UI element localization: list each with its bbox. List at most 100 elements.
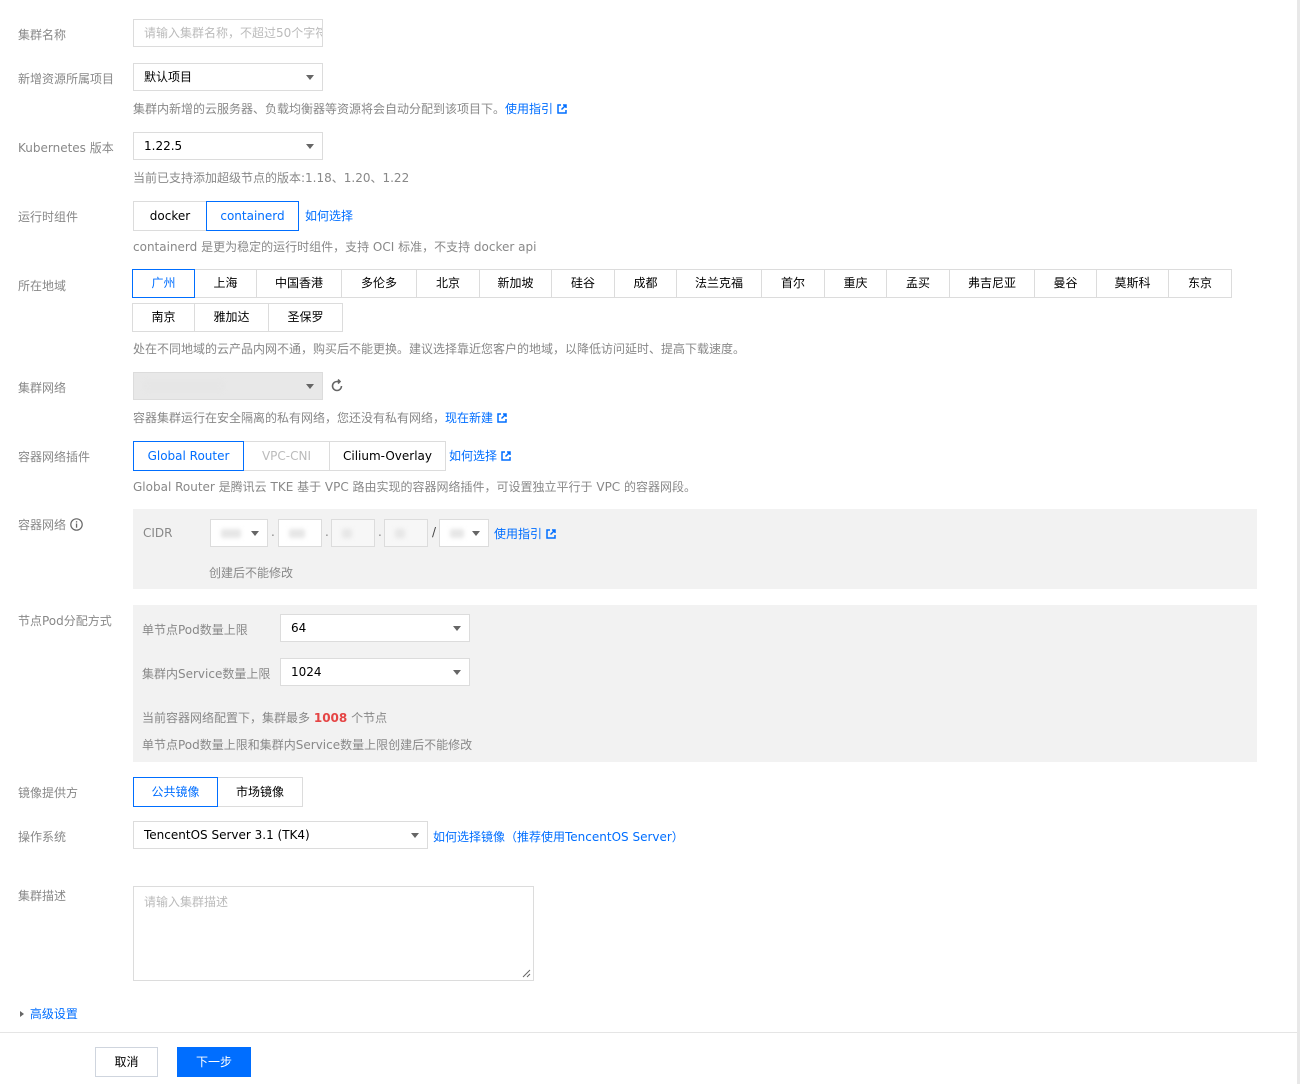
external-link-icon[interactable] <box>497 413 507 423</box>
max-nodes-prefix: 当前容器网络配置下，集群最多 <box>142 711 311 725</box>
description-placeholder: 请输入集群描述 <box>144 895 229 909</box>
pod-allocation-hint: 单节点Pod数量上限和集群内Service数量上限创建后不能修改 <box>142 738 473 752</box>
max-nodes-hint: 当前容器网络配置下，集群最多 1008 个节点 <box>142 709 387 726</box>
max-nodes-value: 1008 <box>313 711 348 725</box>
cidr-dot: . <box>271 525 275 539</box>
pod-limit-select[interactable]: 64 <box>280 614 470 642</box>
os-select[interactable]: TencentOS Server 3.1 (TK4) <box>133 821 428 849</box>
description-textarea[interactable]: 请输入集群描述 <box>133 886 534 981</box>
region-option[interactable]: 首尔 <box>761 269 825 298</box>
container-network-label-wrap: 容器网络 <box>18 516 83 533</box>
project-select[interactable]: 默认项目 <box>133 63 323 91</box>
os-value: TencentOS Server 3.1 (TK4) <box>144 828 310 842</box>
runtime-segment: docker containerd <box>133 201 299 231</box>
create-vpc-link[interactable]: 现在新建 <box>445 411 493 425</box>
image-option-public[interactable]: 公共镜像 <box>133 777 218 807</box>
project-value: 默认项目 <box>144 70 193 84</box>
k8s-version-select[interactable]: 1.22.5 <box>133 132 323 160</box>
cidr-hint: 创建后不能修改 <box>209 566 294 580</box>
cidr-second-octet-input[interactable] <box>278 519 322 547</box>
service-limit-label: 集群内Service数量上限 <box>142 667 271 681</box>
plugin-option-vpc-cni: VPC-CNI <box>243 441 330 471</box>
service-limit-value: 1024 <box>291 665 322 679</box>
chevron-down-icon <box>453 670 461 675</box>
container-network-panel: CIDR . . . / 使用指引 创建后不能修改 <box>133 509 1257 589</box>
blurred-value <box>289 529 305 538</box>
cidr-mask-select[interactable] <box>439 519 489 547</box>
cluster-network-label: 集群网络 <box>18 381 67 395</box>
next-button[interactable]: 下一步 <box>177 1047 251 1077</box>
caret-right-icon <box>20 1011 24 1017</box>
cluster-name-label: 集群名称 <box>18 28 67 42</box>
region-option[interactable]: 圣保罗 <box>268 303 343 332</box>
runtime-option-docker[interactable]: docker <box>133 201 207 231</box>
refresh-icon[interactable] <box>330 379 344 393</box>
project-label: 新增资源所属项目 <box>18 72 115 86</box>
region-option[interactable]: 东京 <box>1168 269 1232 298</box>
region-option[interactable]: 雅加达 <box>194 303 269 332</box>
region-option[interactable]: 曼谷 <box>1034 269 1097 298</box>
chevron-down-icon <box>306 384 314 389</box>
image-provider-label: 镜像提供方 <box>18 786 79 800</box>
external-link-icon[interactable] <box>557 104 567 114</box>
k8s-version-label: Kubernetes 版本 <box>18 141 114 155</box>
pod-allocation-label: 节点Pod分配方式 <box>18 614 112 628</box>
region-label: 所在地域 <box>18 279 67 293</box>
region-option[interactable]: 孟买 <box>886 269 950 298</box>
max-nodes-suffix: 个节点 <box>351 711 388 725</box>
chevron-down-icon <box>306 75 314 80</box>
cidr-first-octet-select[interactable] <box>210 519 268 547</box>
region-option[interactable]: 北京 <box>416 269 480 298</box>
blurred-value <box>395 529 405 538</box>
external-link-icon[interactable] <box>501 451 511 461</box>
external-link-icon[interactable] <box>546 529 556 539</box>
resize-handle-icon[interactable] <box>521 968 531 978</box>
region-option[interactable]: 硅谷 <box>551 269 615 298</box>
k8s-version-hint: 当前已支持添加超级节点的版本:1.18、1.20、1.22 <box>133 171 410 185</box>
cidr-third-octet-input <box>331 519 375 547</box>
description-label: 集群描述 <box>18 889 67 903</box>
chevron-down-icon <box>453 626 461 631</box>
region-option[interactable]: 重庆 <box>824 269 887 298</box>
cidr-slash: / <box>432 525 437 539</box>
region-option[interactable]: 成都 <box>614 269 677 298</box>
region-option[interactable]: 广州 <box>132 269 195 298</box>
plugin-option-cilium-overlay[interactable]: Cilium-Overlay <box>329 441 446 471</box>
region-option[interactable]: 多伦多 <box>341 269 417 298</box>
plugin-option-global-router[interactable]: Global Router <box>133 441 244 471</box>
project-hint-text: 集群内新增的云服务器、负载均衡器等资源将会自动分配到该项目下。 <box>133 102 506 116</box>
pod-limit-value: 64 <box>291 621 307 635</box>
project-hint: 集群内新增的云服务器、负载均衡器等资源将会自动分配到该项目下。使用指引 <box>133 100 567 117</box>
blurred-value <box>342 529 352 538</box>
chevron-down-icon <box>411 833 419 838</box>
region-option[interactable]: 法兰克福 <box>676 269 762 298</box>
os-label: 操作系统 <box>18 830 67 844</box>
cluster-network-hint-text: 容器集群运行在安全隔离的私有网络，您还没有私有网络， <box>133 411 446 425</box>
cluster-name-input[interactable]: 请输入集群名称，不超过50个字符 <box>133 19 323 47</box>
service-limit-select[interactable]: 1024 <box>280 658 470 686</box>
cluster-network-select[interactable] <box>133 372 323 400</box>
os-how-link[interactable]: 如何选择镜像（推荐使用TencentOS Server） <box>433 828 684 845</box>
advanced-settings-label: 高级设置 <box>29 1007 78 1021</box>
region-option[interactable]: 弗吉尼亚 <box>949 269 1035 298</box>
runtime-option-containerd[interactable]: containerd <box>206 201 299 231</box>
pod-limit-label: 单节点Pod数量上限 <box>142 623 248 637</box>
region-option[interactable]: 新加坡 <box>479 269 552 298</box>
region-selector-row2: 南京 雅加达 圣保罗 <box>132 303 1233 332</box>
chevron-down-icon <box>306 144 314 149</box>
region-option[interactable]: 莫斯科 <box>1096 269 1169 298</box>
plugin-how-link[interactable]: 如何选择 <box>449 449 497 463</box>
cidr-guide-link[interactable]: 使用指引 <box>494 527 542 541</box>
footer-divider <box>0 1032 1300 1033</box>
cancel-button[interactable]: 取消 <box>95 1047 158 1077</box>
region-option[interactable]: 上海 <box>194 269 257 298</box>
advanced-settings-toggle[interactable]: 高级设置 <box>18 1005 78 1022</box>
image-provider-segment: 公共镜像 市场镜像 <box>133 777 303 807</box>
info-icon[interactable] <box>70 518 83 531</box>
project-guide-link[interactable]: 使用指引 <box>505 102 553 116</box>
region-option[interactable]: 南京 <box>132 303 195 332</box>
region-option[interactable]: 中国香港 <box>256 269 342 298</box>
blurred-value <box>450 529 464 538</box>
runtime-how-link[interactable]: 如何选择 <box>305 207 353 224</box>
image-option-market[interactable]: 市场镜像 <box>217 777 303 807</box>
